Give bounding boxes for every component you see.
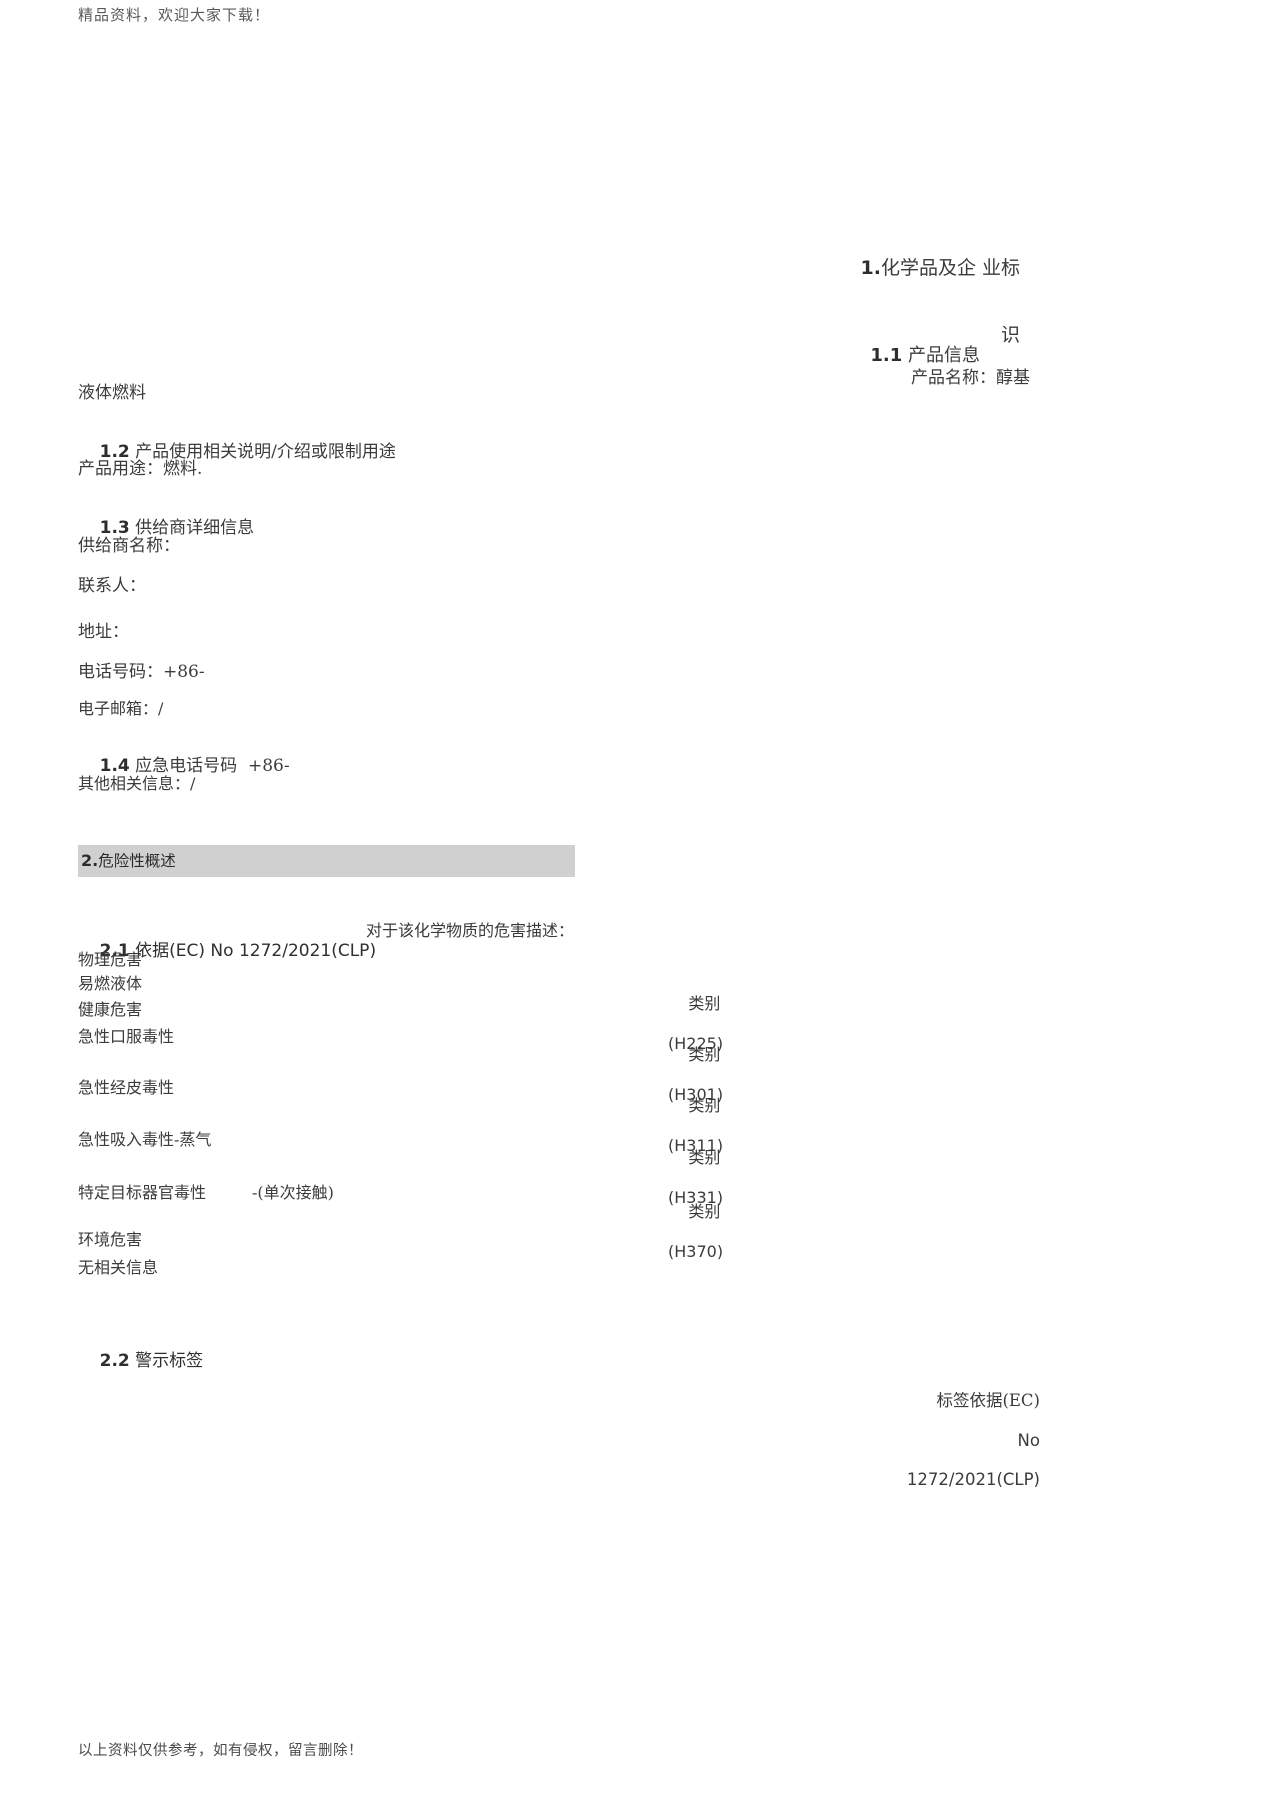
hazard-name: 特定目标器官毒性 [78, 1183, 207, 1202]
section-1-title-line2: 识 [1000, 323, 1020, 346]
supplier-name-field: 供给商名称： [78, 536, 180, 556]
section-2-index: 2. [81, 851, 99, 870]
label-basis-block: 标签依据(EC) No 1272/2021(CLP) [740, 1381, 1040, 1500]
top-note: 精品资料，欢迎大家下载！ [78, 6, 271, 24]
email-field: 电子邮箱：/ [78, 699, 164, 718]
hazard-group-health: 健康危害 [78, 1000, 143, 1019]
category-label: 类别 [688, 1202, 721, 1221]
other-info-field: 其他相关信息：/ [78, 774, 196, 793]
hazard-name-acute-inhalation-toxicity: 急性吸入毒性-蒸气 [78, 1130, 212, 1149]
hazard-code: (H370) [668, 1242, 724, 1261]
label-basis-line-2: No [1017, 1430, 1040, 1450]
subsection-2-2-index: 2.2 [99, 1351, 130, 1372]
bottom-note: 以上资料仅供参考，如有侵权，留言删除！ [78, 1743, 363, 1759]
section-2-banner-text: 2.危险性概述 [81, 849, 176, 871]
product-use: 产品用途：燃料. [78, 459, 203, 479]
hazard-group-physical: 物理危害 [78, 950, 143, 969]
section-2-banner: 2.危险性概述 [78, 845, 575, 877]
hazard-group-environmental: 环境危害 [78, 1230, 143, 1249]
subsection-2-1-regulation: (EC) No 1272/2021(CLP) [169, 941, 377, 962]
hazard-name-suffix: -(单次接触) [252, 1183, 334, 1202]
phone-field: 电话号码：+86- [78, 662, 205, 682]
label-basis-line-3: 1272/2021(CLP) [906, 1470, 1040, 1490]
subsection-2-2-heading: 2.2 警示标签 [78, 1330, 204, 1394]
category-label: 类别 [688, 1148, 721, 1167]
hazard-name-flammable-liquid: 易燃液体 [78, 974, 143, 993]
section-1-index: 1. [860, 257, 881, 280]
label-basis-line-1: 标签依据(EC) [936, 1391, 1040, 1410]
hazard-name-acute-oral-toxicity: 急性口服毒性 [78, 1027, 175, 1046]
hazard-category-stot-single-exposure: 类别 (H370) [668, 1182, 723, 1302]
section-2-title: 危险性概述 [98, 852, 176, 870]
hazard-name-stot-single-exposure: 特定目标器官毒性 -(单次接触) [78, 1183, 334, 1203]
category-label: 类别 [688, 1096, 721, 1115]
product-name-right: 产品名称：醇基 [911, 368, 1030, 388]
subsection-2-1-description: 对于该化学物质的危害描述： [366, 921, 575, 940]
address-field: 地址： [78, 622, 129, 642]
product-name-continued: 液体燃料 [78, 383, 146, 403]
subsection-2-2-title: 警示标签 [135, 1351, 204, 1372]
hazard-no-information: 无相关信息 [78, 1258, 159, 1277]
hazard-name-acute-dermal-toxicity: 急性经皮毒性 [78, 1078, 175, 1097]
contact-person-field: 联系人： [78, 576, 146, 596]
sds-document-page: 精品资料，欢迎大家下载！ 1.化学品及企 业标 识 1.1 产品信息 产品名称：… [0, 0, 1274, 1804]
category-label: 类别 [688, 994, 721, 1013]
category-label: 类别 [688, 1045, 721, 1064]
section-1-title: 化学品及企 业标 [880, 257, 1020, 280]
